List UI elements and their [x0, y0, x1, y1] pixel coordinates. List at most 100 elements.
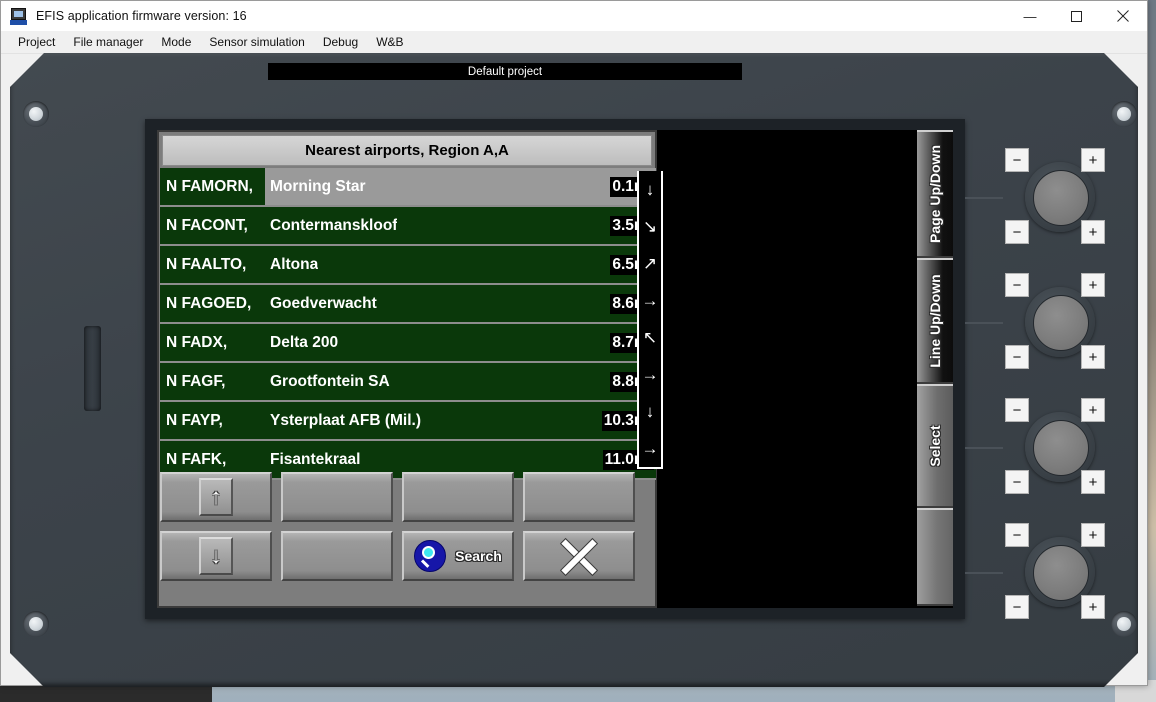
menu-bar: Project File manager Mode Sensor simulat…	[1, 31, 1147, 54]
softkey-label-page-up-down: Page Up/Down	[927, 144, 943, 244]
knob-wire-2	[965, 322, 1003, 324]
knob2-minus-top[interactable]: −	[1005, 273, 1029, 297]
close-button[interactable]	[1099, 1, 1147, 31]
bezel-screw-bottom-right	[1111, 611, 1137, 637]
bearing-arrow-icon: ↓	[645, 402, 655, 421]
search-button[interactable]: Search	[402, 531, 514, 581]
bearing-arrow-icon: ↓	[645, 180, 655, 199]
airport-list: N FAMORN, Morning Star 0.1mi N FACONT, Conte…	[160, 168, 656, 480]
softkey-blank[interactable]	[917, 508, 953, 606]
table-row[interactable]: N FAGF, Grootfontein SA 8.8mi	[160, 363, 656, 402]
table-row[interactable]: N FAALTO, Altona 6.5mi	[160, 246, 656, 285]
knob1-plus-bottom[interactable]: +	[1081, 220, 1105, 244]
menu-item-debug[interactable]: Debug	[314, 33, 367, 51]
window-controls: —	[1007, 1, 1147, 31]
app-icon-base	[10, 19, 27, 25]
minimize-button[interactable]: —	[1007, 1, 1053, 31]
airport-name: Ysterplaat AFB (Mil.)	[270, 411, 421, 429]
knob1-plus-top[interactable]: +	[1081, 148, 1105, 172]
bearing-arrow-icon: →	[641, 439, 659, 458]
rotary-knob-4[interactable]	[1033, 545, 1089, 601]
knob3-minus-top[interactable]: −	[1005, 398, 1029, 422]
knob1-minus-top[interactable]: −	[1005, 148, 1029, 172]
knob-cluster-3: − + − +	[1001, 396, 1109, 498]
close-panel-button[interactable]	[523, 531, 635, 581]
screen-button-grid: ↑ ↓ Search	[160, 472, 650, 590]
table-row[interactable]: N FAMORN, Morning Star 0.1mi	[160, 168, 656, 207]
table-row[interactable]: N FADX, Delta 200 8.7mi	[160, 324, 656, 363]
airport-ident: N FAFK,	[166, 450, 227, 468]
airport-name: Fisantekraal	[270, 450, 361, 468]
airport-name-cell: Morning Star 0.1mi	[265, 168, 656, 205]
bezel-left-slot	[84, 326, 101, 411]
airport-ident: N FAGF,	[166, 372, 226, 390]
empty-button-r1c4[interactable]	[523, 472, 635, 522]
knob2-plus-bottom[interactable]: +	[1081, 345, 1105, 369]
airport-ident: N FAGOED,	[166, 294, 252, 312]
page-up-button[interactable]: ↑	[160, 472, 272, 522]
close-x-icon	[559, 538, 599, 575]
airport-ident: N FAMORN,	[166, 177, 253, 195]
table-row[interactable]: N FACONT, Contermanskloof 3.5mi	[160, 207, 656, 246]
empty-button-r2c2[interactable]	[281, 531, 393, 581]
arrow-down-glyph: ↓	[210, 543, 222, 568]
knob3-plus-bottom[interactable]: +	[1081, 470, 1105, 494]
airport-name: Delta 200	[270, 333, 339, 351]
project-name-bar: Default project	[268, 63, 742, 80]
menu-item-sensor-simulation[interactable]: Sensor simulation	[200, 33, 313, 51]
list-header: Nearest airports, Region A,A	[162, 135, 652, 166]
bearing-arrow-icon: →	[641, 291, 659, 310]
knob-cluster-4: − + − +	[1001, 521, 1109, 623]
knob4-plus-bottom[interactable]: +	[1081, 595, 1105, 619]
table-row[interactable]: N FAGOED, Goedverwacht 8.6mi	[160, 285, 656, 324]
knob1-minus-bottom[interactable]: −	[1005, 220, 1029, 244]
application-window: EFIS application firmware version: 16 — …	[0, 0, 1148, 687]
bezel-screw-bottom-left	[23, 611, 49, 637]
rotary-knob-2[interactable]	[1033, 295, 1089, 351]
airport-name-cell: Goedverwacht 8.6mi	[265, 285, 656, 322]
rotary-knob-1[interactable]	[1033, 170, 1089, 226]
knob-wire-1	[965, 197, 1003, 199]
softkey-label-line-up-down: Line Up/Down	[927, 274, 943, 368]
project-name-text: Default project	[467, 65, 543, 78]
knob4-plus-top[interactable]: +	[1081, 523, 1105, 547]
table-row[interactable]: N FAYP, Ysterplaat AFB (Mil.) 10.3mi	[160, 402, 656, 441]
title-bar[interactable]: EFIS application firmware version: 16 —	[1, 1, 1147, 31]
window-title: EFIS application firmware version: 16	[36, 9, 247, 23]
rotary-knob-3[interactable]	[1033, 420, 1089, 476]
knob2-plus-top[interactable]: +	[1081, 273, 1105, 297]
empty-button-r1c3[interactable]	[402, 472, 514, 522]
knob2-minus-bottom[interactable]: −	[1005, 345, 1029, 369]
softkey-page-up-down[interactable]: Page Up/Down	[917, 130, 953, 258]
empty-button-r1c2[interactable]	[281, 472, 393, 522]
knob-cluster-2: − + − +	[1001, 271, 1109, 373]
search-button-label: Search	[455, 548, 502, 564]
knob-cluster-1: − + − +	[1001, 146, 1109, 248]
page-down-button[interactable]: ↓	[160, 531, 272, 581]
menu-item-wb[interactable]: W&B	[367, 33, 412, 51]
airport-ident: N FACONT,	[166, 216, 248, 234]
menu-item-mode[interactable]: Mode	[152, 33, 200, 51]
maximize-button[interactable]	[1053, 1, 1099, 31]
bezel-screw-top-right	[1111, 101, 1137, 127]
softkey-line-up-down[interactable]: Line Up/Down	[917, 258, 953, 384]
knob4-minus-top[interactable]: −	[1005, 523, 1029, 547]
arrow-down-icon: ↓	[199, 537, 233, 575]
knob3-plus-top[interactable]: +	[1081, 398, 1105, 422]
bearing-arrow-icon: ↘	[642, 217, 658, 236]
display-assembly: Nearest airports, Region A,A N FAMORN, Mo…	[145, 119, 965, 619]
airport-name-cell: Altona 6.5mi	[265, 246, 656, 283]
airport-name: Altona	[270, 255, 319, 273]
knob3-minus-bottom[interactable]: −	[1005, 470, 1029, 494]
arrow-up-glyph: ↑	[210, 484, 222, 509]
magnifier-icon	[414, 540, 447, 572]
bezel-screw-top-left	[23, 101, 49, 127]
list-header-text: Nearest airports, Region A,A	[305, 142, 509, 159]
airport-name-cell: Contermanskloof 3.5mi	[265, 207, 656, 244]
menu-item-project[interactable]: Project	[9, 33, 64, 51]
airport-name: Grootfontein SA	[270, 372, 390, 390]
menu-item-file-manager[interactable]: File manager	[64, 33, 152, 51]
knob4-minus-bottom[interactable]: −	[1005, 595, 1029, 619]
softkey-select[interactable]: Select	[917, 384, 953, 508]
softkey-strip: Page Up/Down Line Up/Down Select	[917, 130, 953, 608]
